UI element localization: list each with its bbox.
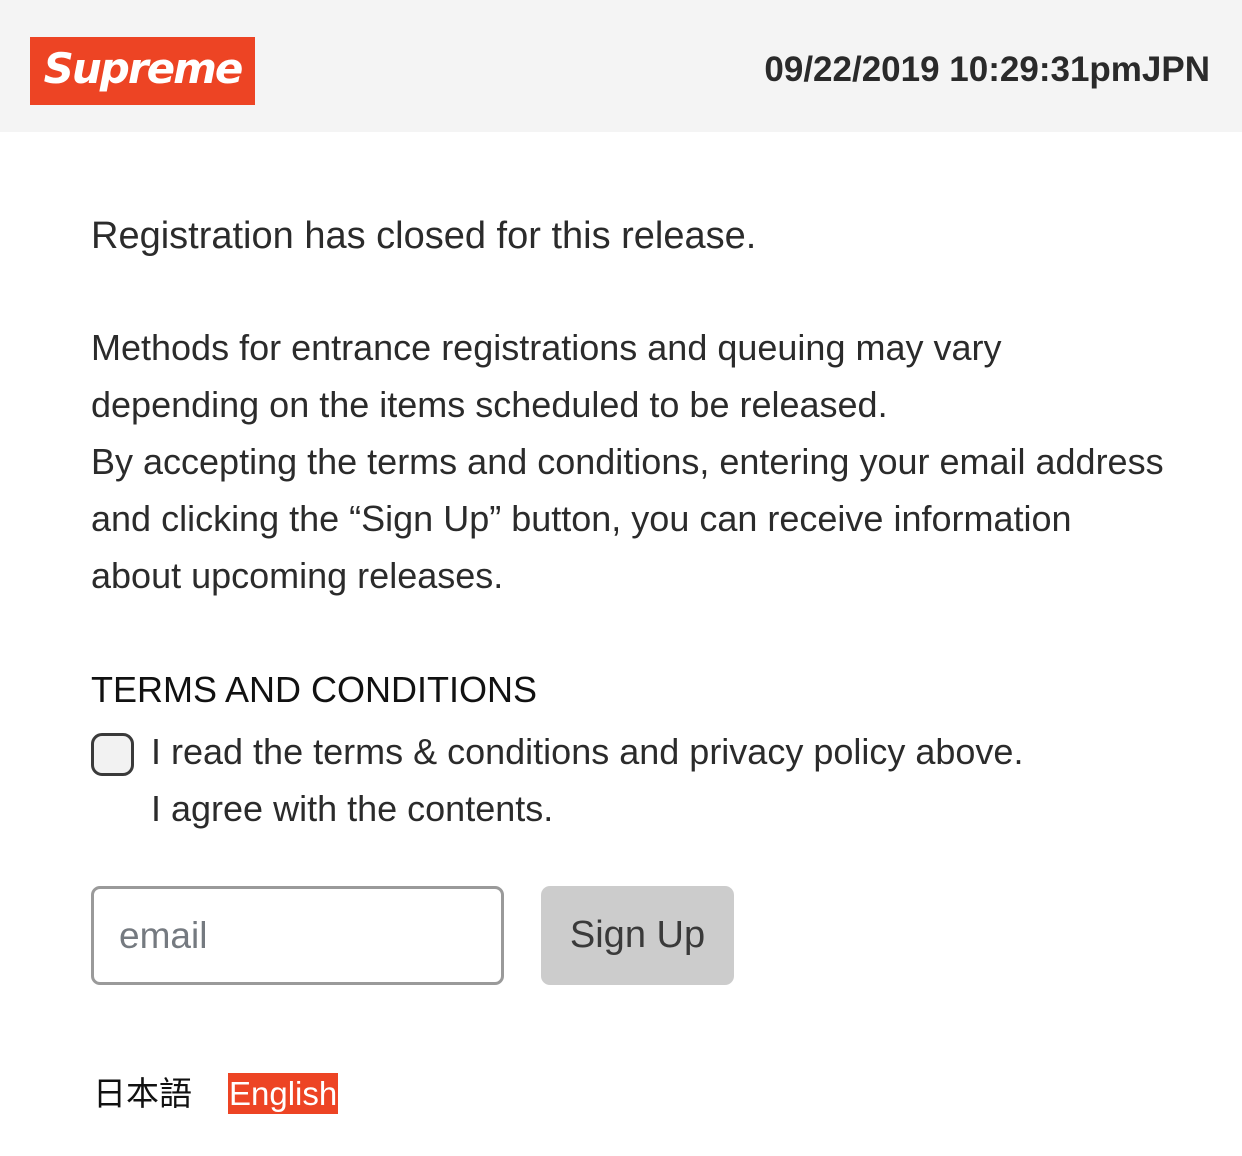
- info-text-methods: Methods for entrance registrations and q…: [91, 327, 1002, 425]
- agree-checkbox[interactable]: [91, 733, 134, 776]
- info-text-signup: By accepting the terms and conditions, e…: [91, 441, 1164, 596]
- agree-label-line-1: I read the terms & conditions and privac…: [151, 731, 1024, 772]
- current-datetime: 09/22/2019 10:29:31pmJPN: [764, 50, 1210, 89]
- agree-label[interactable]: I read the terms & conditions and privac…: [151, 723, 1023, 837]
- language-english-link[interactable]: English: [228, 1073, 339, 1114]
- info-paragraph: Methods for entrance registrations and q…: [91, 319, 1171, 604]
- header-bar: Supreme 09/22/2019 10:29:31pmJPN: [0, 0, 1242, 132]
- logo-text: Supreme: [43, 44, 244, 93]
- agree-label-line-2: I agree with the contents.: [151, 788, 554, 829]
- language-japanese-link[interactable]: 日本語: [93, 1073, 192, 1115]
- registration-closed-message: Registration has closed for this release…: [91, 215, 757, 257]
- terms-heading: TERMS AND CONDITIONS: [91, 669, 538, 710]
- email-input[interactable]: [91, 886, 504, 985]
- sign-up-button[interactable]: Sign Up: [541, 886, 734, 985]
- supreme-logo[interactable]: Supreme: [30, 37, 255, 105]
